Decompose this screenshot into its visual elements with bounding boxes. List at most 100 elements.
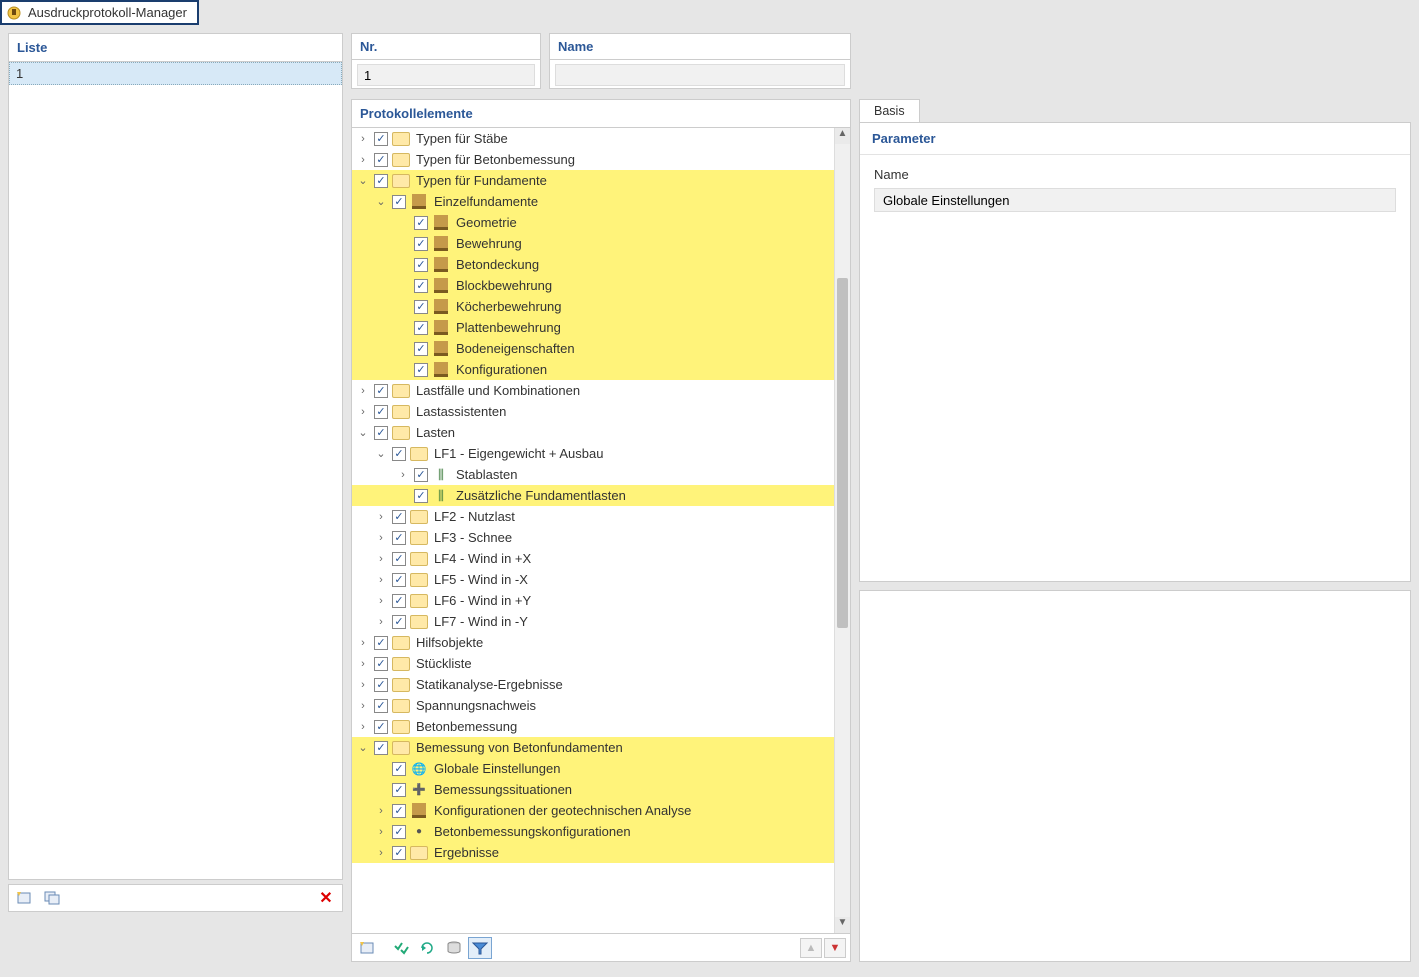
chevron-right-icon[interactable]: ›: [374, 805, 388, 817]
chevron-down-icon[interactable]: ⌄: [374, 195, 388, 208]
chevron-right-icon[interactable]: ›: [374, 595, 388, 607]
tree-row[interactable]: ›Betonbemessungskonfigurationen: [352, 821, 834, 842]
tree-row[interactable]: ›LF5 - Wind in -X: [352, 569, 834, 590]
tree-row[interactable]: ›LF6 - Wind in +Y: [352, 590, 834, 611]
chevron-right-icon[interactable]: ›: [356, 406, 370, 418]
tab-basis[interactable]: Basis: [859, 99, 920, 122]
tree-row[interactable]: ›LF3 - Schnee: [352, 527, 834, 548]
tree-row[interactable]: ›Konfigurationen: [352, 359, 834, 380]
tree-row[interactable]: ›Plattenbewehrung: [352, 317, 834, 338]
chevron-right-icon[interactable]: ›: [374, 826, 388, 838]
chevron-right-icon[interactable]: ›: [374, 553, 388, 565]
checkbox[interactable]: [392, 552, 406, 566]
tree-row[interactable]: ⌄LF1 - Eigengewicht + Ausbau: [352, 443, 834, 464]
tree-row[interactable]: ›Zusätzliche Fundamentlasten: [352, 485, 834, 506]
tree-row[interactable]: ›Stablasten: [352, 464, 834, 485]
tree-row[interactable]: ›Köcherbewehrung: [352, 296, 834, 317]
tree-row[interactable]: ›Lastfälle und Kombinationen: [352, 380, 834, 401]
checkbox[interactable]: [414, 489, 428, 503]
tree-row[interactable]: ⌄Bemessung von Betonfundamenten: [352, 737, 834, 758]
checkbox[interactable]: [374, 657, 388, 671]
checkbox[interactable]: [392, 615, 406, 629]
tree-row[interactable]: ›LF2 - Nutzlast: [352, 506, 834, 527]
tree-row[interactable]: ›LF4 - Wind in +X: [352, 548, 834, 569]
tree-row[interactable]: ›Betonbemessung: [352, 716, 834, 737]
checkbox[interactable]: [374, 132, 388, 146]
checkbox[interactable]: [374, 741, 388, 755]
chevron-down-icon[interactable]: ⌄: [374, 447, 388, 460]
checkbox[interactable]: [414, 342, 428, 356]
checkbox[interactable]: [414, 279, 428, 293]
new-proto-button[interactable]: [356, 937, 380, 959]
checkbox[interactable]: [392, 804, 406, 818]
tree-row[interactable]: ›Bemessungssituationen: [352, 779, 834, 800]
database-button[interactable]: [442, 937, 466, 959]
new-item-button[interactable]: [13, 887, 37, 909]
chevron-right-icon[interactable]: ›: [374, 511, 388, 523]
checkbox[interactable]: [392, 195, 406, 209]
tree-row[interactable]: ›Bewehrung: [352, 233, 834, 254]
checkbox[interactable]: [414, 363, 428, 377]
checkbox[interactable]: [374, 720, 388, 734]
chevron-down-icon[interactable]: ⌄: [356, 174, 370, 187]
tree-row[interactable]: ⌄Lasten: [352, 422, 834, 443]
copy-item-button[interactable]: [41, 887, 65, 909]
tree-row[interactable]: ›Geometrie: [352, 212, 834, 233]
chevron-right-icon[interactable]: ›: [356, 154, 370, 166]
delete-item-button[interactable]: ✕: [314, 887, 338, 909]
tree-row[interactable]: ›Typen für Betonbemessung: [352, 149, 834, 170]
checkbox[interactable]: [414, 258, 428, 272]
refresh-button[interactable]: [416, 937, 440, 959]
tree-row[interactable]: ⌄Einzelfundamente: [352, 191, 834, 212]
chevron-right-icon[interactable]: ›: [374, 574, 388, 586]
nr-input[interactable]: [357, 64, 535, 86]
chevron-right-icon[interactable]: ›: [356, 700, 370, 712]
checkbox[interactable]: [392, 447, 406, 461]
scroll-up-icon[interactable]: ▲: [835, 128, 850, 144]
move-up-button[interactable]: ▲: [800, 938, 822, 958]
checkbox[interactable]: [392, 762, 406, 776]
chevron-down-icon[interactable]: ⌄: [356, 426, 370, 439]
tree-row[interactable]: ›Blockbewehrung: [352, 275, 834, 296]
chevron-right-icon[interactable]: ›: [356, 658, 370, 670]
tree-row[interactable]: ›Konfigurationen der geotechnischen Anal…: [352, 800, 834, 821]
tree-row[interactable]: ›Bodeneigenschaften: [352, 338, 834, 359]
tree-row[interactable]: ›Stückliste: [352, 653, 834, 674]
tree-row[interactable]: ›Spannungsnachweis: [352, 695, 834, 716]
checkbox[interactable]: [414, 237, 428, 251]
tree-scrollbar[interactable]: ▲ ▼: [834, 128, 850, 933]
tree-row[interactable]: ⌄Typen für Fundamente: [352, 170, 834, 191]
chevron-down-icon[interactable]: ⌄: [356, 741, 370, 754]
tree-row[interactable]: ›Hilfsobjekte: [352, 632, 834, 653]
checkbox[interactable]: [414, 216, 428, 230]
chevron-right-icon[interactable]: ›: [356, 637, 370, 649]
checkbox[interactable]: [414, 300, 428, 314]
scroll-thumb[interactable]: [837, 278, 848, 628]
checkbox[interactable]: [414, 321, 428, 335]
tree-row[interactable]: ›Statikanalyse-Ergebnisse: [352, 674, 834, 695]
tree[interactable]: ›Typen für Stäbe›Typen für Betonbemessun…: [352, 128, 834, 863]
checkbox[interactable]: [392, 846, 406, 860]
tree-row[interactable]: ›Ergebnisse: [352, 842, 834, 863]
checkbox[interactable]: [392, 510, 406, 524]
chevron-right-icon[interactable]: ›: [374, 847, 388, 859]
chevron-right-icon[interactable]: ›: [356, 679, 370, 691]
checkbox[interactable]: [414, 468, 428, 482]
checkbox[interactable]: [392, 531, 406, 545]
move-down-button[interactable]: ▼: [824, 938, 846, 958]
checkbox[interactable]: [374, 636, 388, 650]
check-all-button[interactable]: [390, 937, 414, 959]
tree-row[interactable]: ›Betondeckung: [352, 254, 834, 275]
chevron-right-icon[interactable]: ›: [356, 133, 370, 145]
parameter-name-input[interactable]: [874, 188, 1396, 212]
checkbox[interactable]: [374, 426, 388, 440]
checkbox[interactable]: [392, 594, 406, 608]
tree-row[interactable]: ›Globale Einstellungen: [352, 758, 834, 779]
checkbox[interactable]: [374, 384, 388, 398]
checkbox[interactable]: [392, 825, 406, 839]
checkbox[interactable]: [392, 573, 406, 587]
tree-row[interactable]: ›Lastassistenten: [352, 401, 834, 422]
filter-button[interactable]: [468, 937, 492, 959]
chevron-right-icon[interactable]: ›: [356, 721, 370, 733]
chevron-right-icon[interactable]: ›: [374, 532, 388, 544]
